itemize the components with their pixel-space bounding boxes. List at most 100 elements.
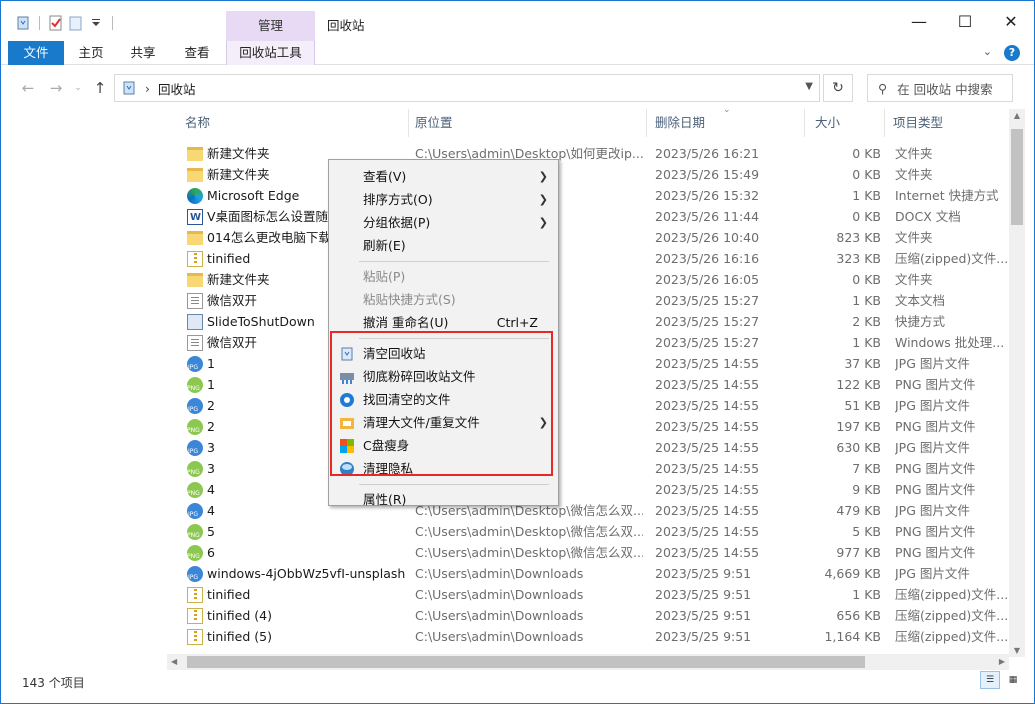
scroll-right-icon[interactable]: ▶ bbox=[999, 654, 1005, 670]
type-cell: 文本文档 bbox=[895, 293, 946, 308]
table-row[interactable]: 微信双开 2023/5/25 15:27 1 KB 文本文档 bbox=[177, 290, 1007, 311]
column-header-original-location[interactable]: 原位置 bbox=[407, 109, 647, 137]
table-row[interactable]: 新建文件夹 2023/5/26 15:49 0 KB 文件夹 bbox=[177, 164, 1007, 185]
quick-access-toolbar bbox=[15, 15, 117, 31]
details-view-icon[interactable]: ☰ bbox=[980, 671, 1000, 689]
up-button[interactable]: ↑ bbox=[89, 77, 111, 99]
menu-item-label: 粘贴快捷方式(S) bbox=[363, 292, 456, 307]
back-button[interactable]: ← bbox=[17, 77, 39, 99]
original-location-cell: C:\Users\admin\Desktop\微信怎么双... bbox=[415, 524, 643, 539]
tab-recycle-bin-tools[interactable]: 回收站工具 bbox=[226, 41, 315, 65]
address-bar[interactable]: › 回收站 ▼ bbox=[114, 74, 820, 102]
file-list: 新建文件夹 C:\Users\admin\Desktop\如何更改ip... 202… bbox=[177, 143, 1007, 653]
table-row[interactable]: tinified (4) C:\Users\admin\Downloads 2023… bbox=[177, 605, 1007, 626]
table-row[interactable]: 014怎么更改电脑下载的 2023/5/26 10:40 823 KB 文件夹 bbox=[177, 227, 1007, 248]
vertical-scroll-thumb[interactable] bbox=[1011, 129, 1023, 225]
refresh-button[interactable]: ↻ bbox=[823, 74, 853, 102]
table-row[interactable]: 微信双开 2023/5/25 15:27 1 KB Windows 批处理... bbox=[177, 332, 1007, 353]
table-row[interactable]: 4微信怎么双...2023/5/25 14:559 KBPNG 图片文件 bbox=[177, 479, 1007, 500]
column-header-name[interactable]: 名称 bbox=[177, 109, 409, 137]
type-cell: PNG 图片文件 bbox=[895, 461, 976, 476]
jpg-icon bbox=[187, 502, 203, 521]
table-row[interactable]: 2微信怎么双...2023/5/25 14:55197 KBPNG 图片文件 bbox=[177, 416, 1007, 437]
large-icons-view-icon[interactable]: ▦ bbox=[1003, 671, 1023, 689]
table-row[interactable]: 5 C:\Users\admin\Desktop\微信怎么双... 2023/5/2… bbox=[177, 521, 1007, 542]
menu-separator bbox=[359, 484, 549, 485]
size-cell: 479 KB bbox=[836, 503, 881, 518]
size-cell: 0 KB bbox=[852, 146, 881, 161]
properties-icon[interactable] bbox=[48, 15, 64, 31]
close-button[interactable]: ✕ bbox=[988, 1, 1034, 41]
file-name-cell[interactable]: tinified (4) bbox=[187, 605, 413, 626]
table-row[interactable]: 6 C:\Users\admin\Desktop\微信怎么双... 2023/5/2… bbox=[177, 542, 1007, 563]
tab-view[interactable]: 查看 bbox=[179, 41, 215, 65]
new-folder-icon[interactable] bbox=[68, 15, 84, 31]
table-row[interactable]: 3微信怎么双...2023/5/25 14:55630 KBJPG 图片文件 bbox=[177, 437, 1007, 458]
search-input[interactable]: ⚲ 在 回收站 中搜索 bbox=[867, 74, 1013, 102]
size-cell: 0 KB bbox=[852, 209, 881, 224]
forward-button[interactable]: → bbox=[45, 77, 67, 99]
file-name: SlideToShutDown bbox=[207, 314, 315, 329]
customize-toolbar-icon[interactable] bbox=[88, 15, 104, 31]
size-cell: 630 KB bbox=[836, 440, 881, 455]
type-cell: JPG 图片文件 bbox=[895, 398, 970, 413]
help-icon[interactable]: ? bbox=[1004, 45, 1020, 61]
scroll-up-icon[interactable]: ▲ bbox=[1009, 111, 1025, 120]
menu-item-3[interactable]: 刷新(E) bbox=[331, 234, 556, 257]
size-cell: 0 KB bbox=[852, 167, 881, 182]
scroll-down-icon[interactable]: ▼ bbox=[1009, 646, 1025, 655]
recent-locations-button[interactable]: ⌄ bbox=[67, 77, 89, 99]
file-name-cell[interactable]: tinified (5) bbox=[187, 626, 413, 647]
file-name-cell[interactable]: 5 bbox=[187, 521, 413, 542]
tab-share[interactable]: 共享 bbox=[125, 41, 161, 65]
table-row[interactable]: tinified C:\Users\admin\Downloads 2023/5/2… bbox=[177, 584, 1007, 605]
menu-item-16[interactable]: 属性(R) bbox=[331, 488, 556, 511]
maximize-button[interactable]: ☐ bbox=[942, 1, 988, 41]
table-row[interactable]: tinified (5) C:\Users\admin\Downloads 2023… bbox=[177, 626, 1007, 647]
type-cell: 文件夹 bbox=[895, 167, 933, 182]
column-header-type[interactable]: 项目类型 bbox=[885, 109, 1009, 137]
file-name-cell[interactable]: tinified bbox=[187, 584, 413, 605]
size-cell: 197 KB bbox=[836, 419, 881, 434]
table-row[interactable]: 2微信怎么双...2023/5/25 14:5551 KBJPG 图片文件 bbox=[177, 395, 1007, 416]
table-row[interactable]: windows-4jObbWz5vfI-unsplash C:\Users\adm… bbox=[177, 563, 1007, 584]
scroll-left-icon[interactable]: ◀ bbox=[171, 654, 177, 670]
address-history-dropdown-icon[interactable]: ▼ bbox=[805, 81, 813, 92]
breadcrumb[interactable]: 回收站 bbox=[158, 79, 196, 98]
menu-item-0[interactable]: 查看(V) ❯ bbox=[331, 165, 556, 188]
vertical-scrollbar[interactable]: ▲ ▼ bbox=[1009, 109, 1025, 657]
type-cell: JPG 图片文件 bbox=[895, 503, 970, 518]
horizontal-scroll-thumb[interactable] bbox=[187, 656, 865, 668]
type-cell: PNG 图片文件 bbox=[895, 377, 976, 392]
file-name: 6 bbox=[207, 545, 215, 560]
file-name: tinified (5) bbox=[207, 629, 272, 644]
menu-item-1[interactable]: 排序方式(O) ❯ bbox=[331, 188, 556, 211]
menu-item-2[interactable]: 分组依据(P) ❯ bbox=[331, 211, 556, 234]
menu-item-6: 粘贴快捷方式(S) bbox=[331, 288, 556, 311]
table-row[interactable]: 3微信怎么双...2023/5/25 14:557 KBPNG 图片文件 bbox=[177, 458, 1007, 479]
table-row[interactable]: V桌面图标怎么设置随意\桌面图标怎...2023/5/26 11:440 KBD… bbox=[177, 206, 1007, 227]
file-name-cell[interactable]: windows-4jObbWz5vfI-unsplash bbox=[187, 563, 413, 584]
expand-ribbon-icon[interactable]: ⌄ bbox=[983, 45, 992, 61]
table-row[interactable]: 新建文件夹a\Roaming\...2023/5/26 16:050 KB文件夹 bbox=[177, 269, 1007, 290]
table-row[interactable]: SlideToShutDown 2023/5/25 15:27 2 KB 快捷方式 bbox=[177, 311, 1007, 332]
column-header-size[interactable]: 大小 bbox=[807, 109, 885, 137]
tab-file[interactable]: 文件 bbox=[8, 41, 64, 65]
toolbar-divider bbox=[39, 16, 40, 30]
breadcrumb-chevron-icon[interactable]: › bbox=[145, 81, 150, 96]
file-name: tinified bbox=[207, 251, 251, 266]
date-deleted-cell: 2023/5/25 14:55 bbox=[655, 419, 760, 434]
horizontal-scrollbar[interactable]: ◀ ▶ bbox=[167, 654, 1009, 670]
tab-home[interactable]: 主页 bbox=[73, 41, 109, 65]
size-cell: 5 KB bbox=[852, 524, 881, 539]
table-row[interactable]: 1微信怎么双...2023/5/25 14:5537 KBJPG 图片文件 bbox=[177, 353, 1007, 374]
table-row[interactable]: 1微信怎么双...2023/5/25 14:55122 KBPNG 图片文件 bbox=[177, 374, 1007, 395]
minimize-button[interactable]: — bbox=[896, 1, 942, 41]
table-row[interactable]: tinified 2023/5/26 16:16 323 KB 压缩(zipped)文… bbox=[177, 248, 1007, 269]
table-row[interactable]: 新建文件夹 C:\Users\admin\Desktop\如何更改ip... 202… bbox=[177, 143, 1007, 164]
png-icon bbox=[187, 418, 203, 437]
file-name-cell[interactable]: 6 bbox=[187, 542, 413, 563]
size-cell: 1 KB bbox=[852, 587, 881, 602]
table-row[interactable]: Microsoft Edge 2023/5/26 15:32 1 KB Interne… bbox=[177, 185, 1007, 206]
table-row[interactable]: 4C:\Users\admin\Desktop\微信怎么双...2023/5/2… bbox=[177, 500, 1007, 521]
